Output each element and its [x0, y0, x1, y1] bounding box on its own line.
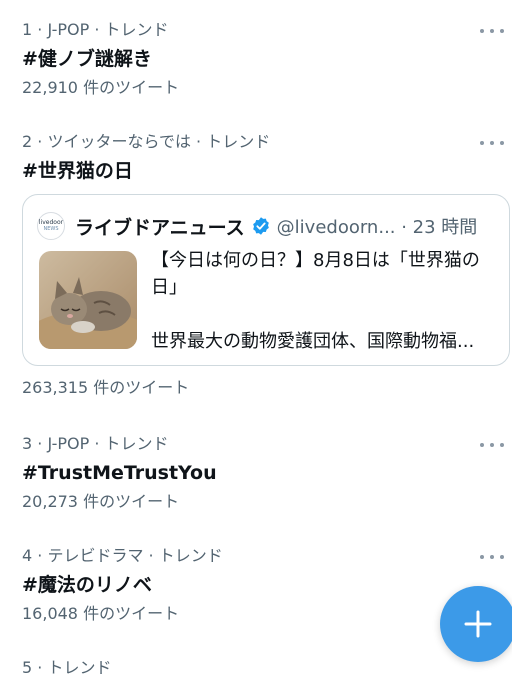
trend-item-4[interactable]: 4 · テレビドラマ · トレンド #魔法のリノベ 16,048 件のツイート	[22, 546, 512, 624]
trend-title: #魔法のリノベ	[22, 574, 152, 596]
trend-tweet-count: 16,048 件のツイート	[22, 604, 180, 623]
trend-meta: 4 · テレビドラマ · トレンド	[22, 546, 223, 565]
trend-item-3[interactable]: 3 · J-POP · トレンド #TrustMeTrustYou 20,273…	[22, 434, 512, 512]
trends-page: 1 · J-POP · トレンド #健ノブ謎解き 22,910 件のツイート 2…	[0, 0, 512, 680]
trend-title: #TrustMeTrustYou	[22, 462, 217, 484]
news-thumbnail	[39, 251, 137, 349]
trend-item-2-count: 263,315 件のツイート	[22, 378, 512, 398]
trend-meta: 2 · ツイッターならでは · トレンド	[22, 132, 271, 151]
trend-title: #健ノブ謎解き	[22, 48, 152, 70]
trend-tweet-count: 263,315 件のツイート	[22, 378, 190, 397]
more-dots-icon[interactable]	[480, 437, 504, 453]
trend-meta: 3 · J-POP · トレンド	[22, 434, 169, 453]
news-headline: 【今日は何の日？】8月8日は「世界猫の日」	[151, 250, 480, 298]
source-logo: livedoor NEWS	[37, 212, 65, 240]
plus-icon	[464, 610, 492, 638]
trend-item-2[interactable]: 2 · ツイッターならでは · トレンド #世界猫の日	[22, 132, 512, 184]
trend-meta: 5 · トレンド	[22, 658, 112, 677]
trend-title: #世界猫の日	[22, 160, 133, 182]
source-name: ライブドアニュース	[75, 216, 245, 239]
trend-item-1[interactable]: 1 · J-POP · トレンド #健ノブ謎解き 22,910 件のツイート	[22, 20, 512, 98]
news-card-header: livedoor NEWS ライブドアニュース @livedoorn... · …	[37, 211, 499, 241]
trend-tweet-count: 20,273 件のツイート	[22, 492, 180, 511]
verified-badge-icon	[252, 217, 269, 235]
trend-tweet-count: 22,910 件のツイート	[22, 78, 180, 97]
more-dots-icon[interactable]	[480, 549, 504, 565]
trend-meta: 1 · J-POP · トレンド	[22, 20, 169, 39]
more-dots-icon[interactable]	[480, 23, 504, 39]
compose-tweet-button[interactable]	[440, 586, 512, 662]
news-snippet: 世界最大の動物愛護団体、国際動物福...	[151, 331, 475, 352]
source-handle-time: @livedoorn... · 23 時間	[276, 217, 478, 238]
trend-item-5[interactable]: 5 · トレンド	[22, 658, 512, 678]
news-card[interactable]: livedoor NEWS ライブドアニュース @livedoorn... · …	[22, 194, 510, 366]
more-dots-icon[interactable]	[480, 135, 504, 151]
news-card-text: 【今日は何の日？】8月8日は「世界猫の日」 世界最大の動物愛護団体、国際動物福.…	[151, 247, 501, 355]
